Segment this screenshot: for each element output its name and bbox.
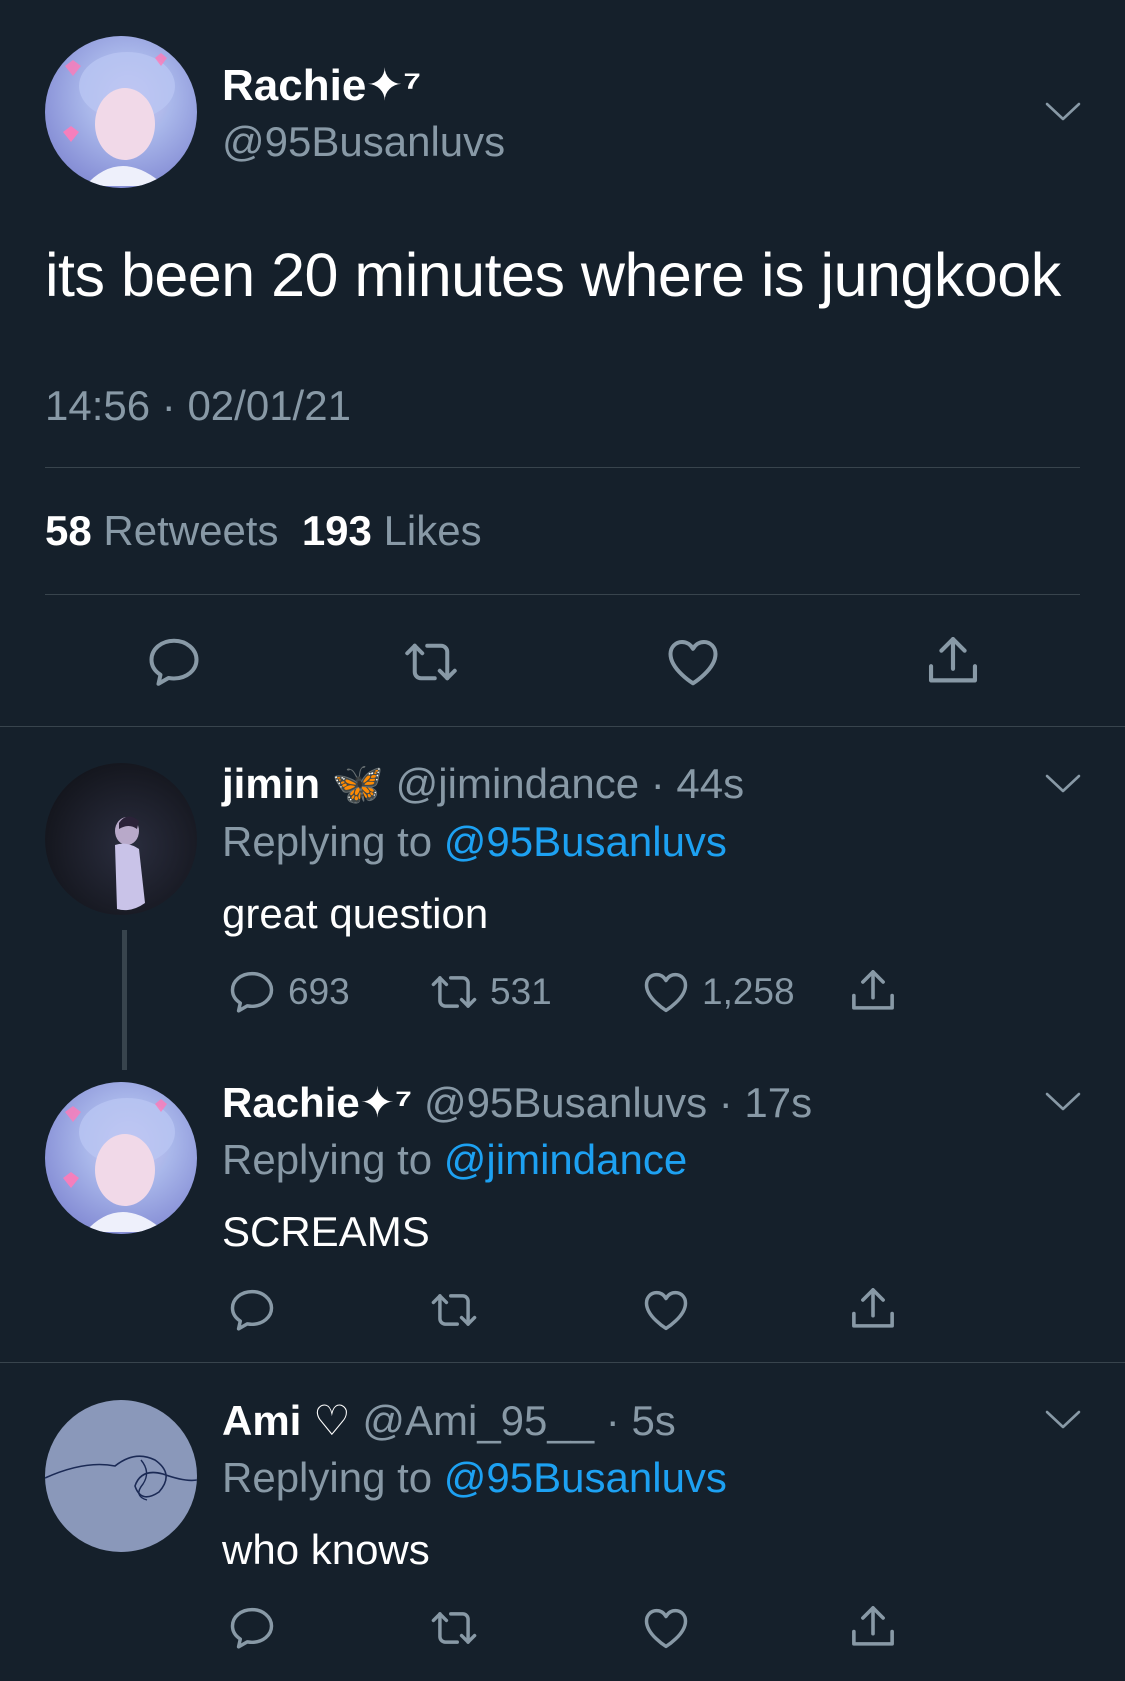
replying-to-link[interactable]: @95Busanluvs [444,818,727,865]
like-icon [640,966,692,1018]
share-icon[interactable] [922,630,984,692]
avatar[interactable] [45,1400,197,1552]
like-icon[interactable] [663,632,723,692]
likes-stat[interactable]: 193 Likes [302,507,482,554]
tweet-age: · 17s [718,1079,813,1126]
replying-label: Replying to [222,818,433,865]
author-handle[interactable]: @95Busanluvs [222,118,505,166]
thread-line [122,930,127,1070]
replying-label: Replying to [222,1136,433,1183]
name-badge: ✦⁷ [359,1079,413,1126]
retweets-stat[interactable]: 58 Retweets [45,507,278,554]
reply-icon[interactable] [226,1284,278,1336]
author-name[interactable]: Rachie [222,1079,360,1126]
likes-count: 193 [301,507,372,554]
share-icon[interactable] [846,1282,900,1336]
tweet-age: · 5s [605,1397,676,1444]
retweet-count: 531 [490,971,552,1012]
author-name[interactable]: jimin [222,760,320,807]
avatar[interactable] [45,763,197,915]
reply-icon[interactable] [144,632,204,692]
chevron-down-icon[interactable] [1044,101,1082,123]
tweet-time: 14:56 [45,382,151,429]
share-icon[interactable] [846,1600,900,1654]
tweet-text: great question [222,890,489,937]
divider [45,467,1080,468]
butterfly-badge: 🦋 [331,760,384,807]
heart-badge: ♡ [313,1397,351,1444]
chevron-down-icon[interactable] [1044,773,1082,795]
chevron-down-icon[interactable] [1044,1091,1082,1113]
retweets-label: Retweets [103,507,279,554]
like-button[interactable]: 1,258 [640,966,795,1018]
separator: · [161,382,176,429]
divider [0,1362,1125,1363]
chevron-down-icon[interactable] [1044,1409,1082,1431]
reply-count: 693 [288,971,350,1012]
retweets-count: 58 [45,507,92,554]
replying-label: Replying to [222,1454,433,1501]
tweet-text: SCREAMS [222,1208,430,1255]
author-name[interactable]: Ami [222,1397,301,1444]
retweet-icon[interactable] [428,1602,480,1654]
replying-to-link[interactable]: @95Busanluvs [444,1454,727,1501]
retweet-icon[interactable] [401,632,461,692]
avatar[interactable] [45,1082,197,1234]
reply-icon [226,966,278,1018]
likes-label: Likes [383,507,482,554]
tweet-text: its been 20 minutes where is jungkook [45,241,1061,309]
divider [0,726,1125,727]
retweet-icon[interactable] [428,1284,480,1336]
like-icon[interactable] [640,1602,692,1654]
tweet-text: who knows [222,1526,430,1573]
author-handle[interactable]: @95Busanluvs [424,1079,707,1126]
name-badge: ✦⁷ [366,61,422,110]
author-name[interactable]: Rachie [222,61,366,110]
retweet-button[interactable]: 531 [428,966,552,1018]
reply-icon[interactable] [226,1602,278,1654]
like-icon[interactable] [640,1284,692,1336]
avatar[interactable] [45,36,197,188]
reply-button[interactable]: 693 [226,966,350,1018]
tweet-date: 02/01/21 [187,382,351,429]
author-handle[interactable]: @Ami_95__ [362,1397,594,1444]
replying-to-link[interactable]: @jimindance [444,1136,687,1183]
retweet-icon [428,966,480,1018]
tweet-age: · 44s [650,760,745,807]
share-icon[interactable] [846,964,900,1018]
divider [45,594,1080,595]
like-count: 1,258 [702,971,795,1012]
author-handle[interactable]: @jimindance [396,760,639,807]
